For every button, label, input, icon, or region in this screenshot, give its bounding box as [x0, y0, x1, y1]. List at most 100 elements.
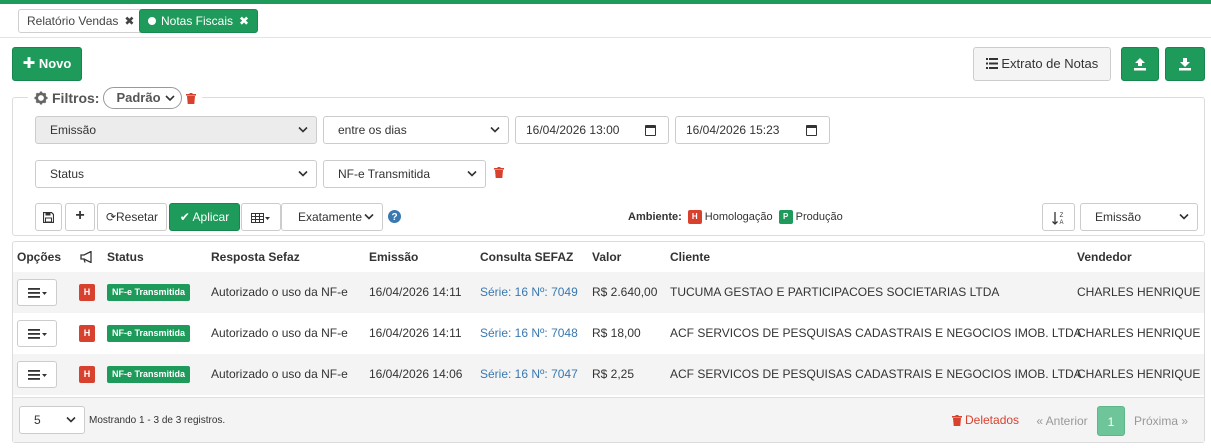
environment-badge: H — [79, 325, 95, 342]
novo-button[interactable]: ✚ Novo — [12, 47, 82, 81]
tab-notas-fiscais[interactable]: Notas Fiscais ✖ — [139, 9, 259, 33]
calendar-icon[interactable] — [645, 125, 656, 136]
add-filter-button[interactable]: + — [65, 203, 95, 231]
chevron-down-icon — [364, 213, 374, 220]
records-summary: Mostrando 1 - 3 de 3 registros. — [89, 415, 226, 426]
menu-caret-icon — [28, 329, 47, 339]
column-header[interactable]: Valor — [592, 250, 621, 264]
next-page-button[interactable]: Próxima » — [1126, 406, 1196, 436]
column-header[interactable]: Resposta Sefaz — [211, 250, 300, 264]
match-mode-select[interactable]: Exatamente — [281, 203, 383, 231]
column-header[interactable]: Consulta SEFAZ — [480, 250, 573, 264]
filter-operator-select[interactable]: entre os dias — [323, 116, 509, 144]
filter-legend: Filtros: Padrão — [28, 87, 202, 109]
chevron-down-icon — [1179, 213, 1189, 220]
filter-field-select[interactable]: Emissão — [35, 116, 317, 144]
chevron-down-icon — [66, 416, 76, 423]
issue-date: 16/04/2026 14:11 — [369, 285, 462, 299]
trash-icon[interactable] — [494, 167, 504, 178]
table-icon — [251, 213, 270, 223]
apply-button[interactable]: ✔ Aplicar — [169, 203, 240, 231]
filter-value-select[interactable]: NF-e Transmitida — [323, 160, 486, 188]
seller-name: CHARLES HENRIQUE — [1077, 367, 1201, 381]
sort-order-button[interactable]: ZA — [1042, 203, 1075, 231]
tab-bar: Relatório Vendas ✖ Notas Fiscais ✖ — [0, 4, 1211, 38]
sefaz-query-link[interactable]: Série: 16 Nº: 7047 — [480, 367, 578, 381]
seller-name: CHARLES HENRIQUE — [1077, 285, 1201, 299]
filter-preset-select[interactable]: Padrão — [103, 87, 182, 109]
row-options-button[interactable] — [17, 320, 57, 347]
client-name: TUCUMA GESTAO E PARTICIPACOES SOCIETARIA… — [670, 285, 1000, 299]
menu-caret-icon — [28, 370, 47, 380]
column-header[interactable]: Status — [107, 250, 144, 264]
seller-name: CHARLES HENRIQUE — [1077, 326, 1201, 340]
producao-badge: P — [778, 210, 793, 224]
download-button[interactable] — [1165, 47, 1205, 81]
trash-icon[interactable] — [185, 92, 196, 104]
svg-text:?: ? — [391, 212, 397, 223]
tab-label: Notas Fiscais — [161, 14, 234, 28]
reset-button[interactable]: ⟳Resetar — [97, 203, 167, 231]
table-footer: 5 Mostrando 1 - 3 de 3 registros. Deleta… — [13, 397, 1204, 442]
filter-field-select[interactable]: Status — [35, 160, 317, 188]
environment-legend: Ambiente: H Homologação P Produção — [628, 210, 843, 224]
environment-badge: H — [79, 366, 95, 383]
table-row[interactable]: H NF-e Transmitida Autorizado o uso da N… — [13, 313, 1204, 354]
calendar-icon[interactable] — [806, 125, 817, 136]
help-icon[interactable]: ? — [388, 210, 401, 223]
issue-date: 16/04/2026 14:11 — [369, 326, 462, 340]
sefaz-response: Autorizado o uso da NF-e — [211, 326, 348, 340]
date-to-input[interactable]: 16/04/2026 15:23 — [675, 116, 830, 144]
active-dot-icon — [148, 17, 156, 25]
issue-date: 16/04/2026 14:06 — [369, 367, 463, 381]
environment-badge: H — [79, 284, 95, 301]
chevron-down-icon — [298, 170, 308, 177]
columns-toggle-button[interactable] — [241, 203, 281, 231]
menu-caret-icon — [28, 288, 47, 298]
deleted-link[interactable]: Deletados — [952, 413, 1019, 427]
table-row[interactable]: H NF-e Transmitida Autorizado o uso da N… — [13, 272, 1204, 313]
svg-text:A: A — [1059, 220, 1063, 225]
sort-alpha-icon: ZA — [1051, 212, 1063, 226]
column-header[interactable]: Opções — [17, 250, 61, 264]
invoice-value: R$ 2,25 — [592, 367, 635, 381]
invoice-value: R$ 2.640,00 — [592, 285, 658, 299]
sort-field-select[interactable]: Emissão — [1080, 203, 1198, 231]
download-icon — [1179, 58, 1191, 71]
homologacao-badge: H — [687, 210, 702, 224]
sefaz-query-link[interactable]: Série: 16 Nº: 7048 — [480, 326, 578, 340]
client-name: ACF SERVICOS DE PESQUISAS CADASTRAIS E N… — [670, 367, 1082, 381]
column-header[interactable]: Vendedor — [1077, 250, 1132, 264]
sefaz-response: Autorizado o uso da NF-e — [211, 367, 348, 381]
row-options-button[interactable] — [17, 361, 57, 388]
current-page-button[interactable]: 1 — [1097, 406, 1125, 436]
previous-page-button[interactable]: « Anterior — [1027, 406, 1097, 436]
sefaz-response: Autorizado o uso da NF-e — [211, 285, 348, 299]
client-name: ACF SERVICOS DE PESQUISAS CADASTRAIS E N… — [670, 326, 1082, 340]
table-row[interactable]: H NF-e Transmitida Autorizado o uso da N… — [13, 354, 1204, 395]
date-from-input[interactable]: 16/04/2026 13:00 — [515, 116, 669, 144]
plus-icon: ✚ — [22, 55, 36, 72]
extrato-de-notas-button[interactable]: Extrato de Notas — [973, 47, 1111, 81]
close-icon[interactable]: ✖ — [239, 14, 249, 28]
refresh-icon: ⟳ — [105, 210, 117, 224]
filters-title: Filtros: — [52, 90, 100, 106]
row-options-button[interactable] — [17, 279, 57, 306]
column-header[interactable]: Cliente — [670, 250, 710, 264]
chevron-down-icon — [298, 126, 308, 133]
list-icon — [985, 58, 998, 69]
column-header[interactable]: Emissão — [369, 250, 418, 264]
page-size-select[interactable]: 5 — [19, 406, 85, 434]
status-badge: NF-e Transmitida — [107, 366, 191, 383]
floppy-icon — [42, 211, 55, 224]
chevron-down-icon — [490, 126, 500, 133]
check-icon: ✔ — [179, 210, 190, 224]
plus-icon: + — [75, 207, 85, 224]
sefaz-query-link[interactable]: Série: 16 Nº: 7049 — [480, 285, 578, 299]
invoice-value: R$ 18,00 — [592, 326, 641, 340]
tab-relatorio-vendas[interactable]: Relatório Vendas ✖ — [18, 9, 144, 33]
save-filter-button[interactable] — [35, 203, 62, 231]
close-icon[interactable]: ✖ — [124, 14, 134, 28]
upload-button[interactable] — [1121, 47, 1159, 81]
trash-icon — [952, 414, 962, 426]
